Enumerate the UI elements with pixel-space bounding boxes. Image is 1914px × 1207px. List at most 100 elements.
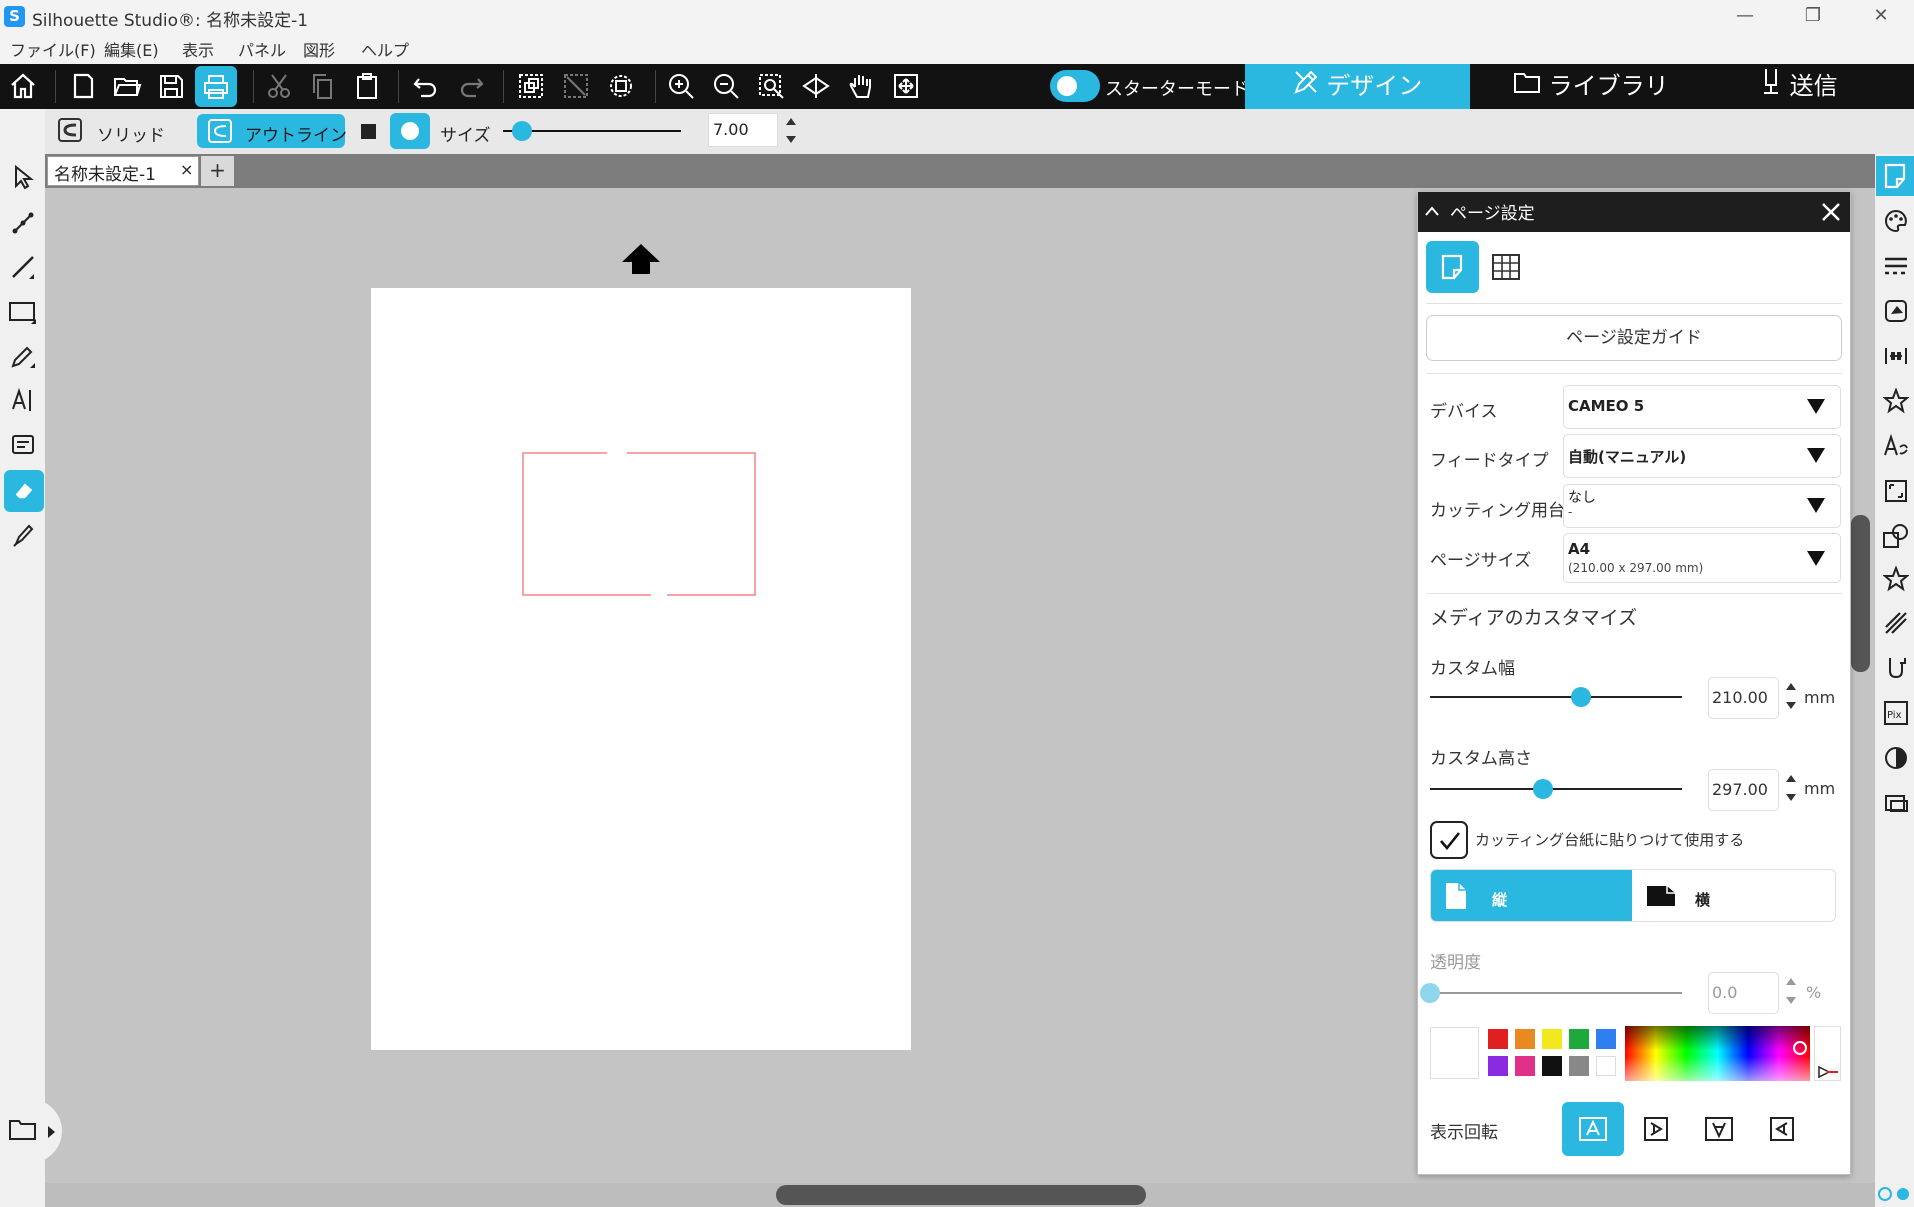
color-swatch[interactable]	[1542, 1056, 1562, 1076]
pixscan-icon[interactable]: Pix	[1880, 697, 1912, 729]
transparency-input[interactable]: 0.0	[1708, 972, 1779, 1014]
current-color-preview[interactable]	[1430, 1027, 1479, 1079]
color-swatch[interactable]	[1569, 1029, 1589, 1049]
offset-icon[interactable]	[1880, 607, 1912, 639]
page-setup-tab-media[interactable]	[1426, 241, 1479, 293]
custom-width-decrement[interactable]	[1786, 702, 1796, 709]
menu-panel[interactable]: パネル	[238, 37, 286, 61]
align-icon[interactable]	[1880, 340, 1912, 372]
tab-library[interactable]: ライブラリ	[1513, 64, 1669, 109]
custom-height-decrement[interactable]	[1786, 794, 1796, 801]
rotation-90-button[interactable]	[1626, 1102, 1688, 1156]
tab-send[interactable]: 送信	[1760, 64, 1838, 109]
rotation-0-button[interactable]	[1562, 1102, 1624, 1156]
grid-icon[interactable]	[1491, 253, 1521, 281]
zoom-in-icon[interactable]	[660, 66, 702, 107]
copy-icon[interactable]	[302, 66, 344, 107]
zoom-out-icon[interactable]	[705, 66, 747, 107]
size-increment[interactable]	[786, 118, 796, 125]
open-folder-icon[interactable]	[106, 66, 148, 107]
line-style-icon[interactable]	[1880, 250, 1912, 282]
rectangle-tool-icon[interactable]	[6, 295, 40, 329]
line-tool-icon[interactable]	[6, 250, 40, 284]
size-slider-thumb[interactable]	[511, 121, 532, 141]
rotation-270-button[interactable]	[1751, 1102, 1813, 1156]
new-document-icon[interactable]	[62, 66, 104, 107]
size-input[interactable]: 7.00	[708, 113, 778, 147]
menu-shape[interactable]: 図形	[303, 37, 335, 61]
point-edit-icon[interactable]	[6, 205, 40, 239]
cutting-mat-dropdown[interactable]	[1563, 484, 1841, 528]
color-swatch[interactable]	[1569, 1056, 1589, 1076]
color-swatch[interactable]	[1515, 1056, 1535, 1076]
page-setup-guide-button[interactable]: ページ設定ガイド	[1426, 315, 1842, 361]
color-swatch[interactable]	[1596, 1056, 1616, 1076]
contrast-icon[interactable]	[1880, 742, 1912, 774]
text-style-icon[interactable]	[1880, 430, 1912, 462]
undo-icon[interactable]	[405, 66, 447, 107]
color-swatch[interactable]	[1542, 1029, 1562, 1049]
page-size-dropdown[interactable]	[1563, 533, 1841, 583]
eraser-tool-button[interactable]	[4, 470, 44, 512]
knife-tool-icon[interactable]	[6, 518, 40, 552]
minimize-button[interactable]: —	[1710, 0, 1780, 33]
settings-gear-icon[interactable]	[1877, 1185, 1911, 1203]
transform-icon[interactable]	[1880, 385, 1912, 417]
size-decrement[interactable]	[786, 136, 796, 143]
square-eraser-shape[interactable]	[361, 124, 376, 139]
transparency-increment[interactable]	[1786, 978, 1796, 985]
document-tab-close[interactable]: ×	[180, 160, 193, 179]
ungroup-icon[interactable]	[555, 66, 597, 107]
paste-icon[interactable]	[346, 66, 388, 107]
zoom-selection-icon[interactable]	[750, 66, 792, 107]
save-icon[interactable]	[150, 66, 192, 107]
select-arrow-icon[interactable]	[6, 160, 40, 194]
horizontal-scrollbar[interactable]	[776, 1185, 1146, 1205]
custom-width-increment[interactable]	[1786, 683, 1796, 690]
trace-icon[interactable]	[1880, 652, 1912, 684]
tab-design[interactable]: デザイン	[1245, 64, 1470, 109]
no-color-button[interactable]	[1814, 1026, 1841, 1081]
custom-height-increment[interactable]	[1786, 775, 1796, 782]
cutting-page[interactable]	[371, 288, 911, 1050]
color-picker-handle[interactable]	[1793, 1041, 1807, 1055]
solid-label[interactable]: ソリッド	[97, 121, 165, 146]
design-rectangle-shape[interactable]	[521, 451, 757, 597]
release-compound-icon[interactable]	[600, 66, 642, 107]
menu-view[interactable]: 表示	[182, 37, 214, 61]
cut-icon[interactable]	[258, 66, 300, 107]
collapse-chevron-icon[interactable]	[1424, 204, 1440, 218]
color-swatch[interactable]	[1488, 1029, 1508, 1049]
menu-file[interactable]: ファイル(F)	[10, 37, 96, 61]
print-cut-icon[interactable]	[1880, 787, 1912, 819]
pan-hand-icon[interactable]	[840, 66, 882, 107]
color-swatch[interactable]	[1488, 1056, 1508, 1076]
menu-help[interactable]: ヘルプ	[361, 37, 409, 61]
close-button[interactable]: ✕	[1846, 0, 1914, 33]
move-icon[interactable]	[885, 66, 927, 107]
color-swatch[interactable]	[1515, 1029, 1535, 1049]
page-setup-panel-button[interactable]	[1876, 156, 1914, 196]
maximize-button[interactable]: ❐	[1778, 0, 1848, 33]
panel-close-icon[interactable]	[1820, 201, 1842, 223]
text-tool-icon[interactable]	[6, 383, 40, 417]
custom-width-slider[interactable]	[1430, 696, 1682, 698]
transparency-slider[interactable]	[1430, 992, 1682, 994]
home-icon[interactable]	[2, 66, 44, 107]
vertical-scrollbar[interactable]	[1851, 515, 1870, 672]
new-tab-button[interactable]: +	[201, 156, 234, 186]
fill-icon[interactable]	[1880, 295, 1912, 327]
print-icon[interactable]	[195, 66, 237, 107]
menu-edit[interactable]: 編集(E)	[104, 37, 159, 61]
custom-height-input[interactable]: 297.00	[1708, 769, 1779, 811]
transparency-thumb[interactable]	[1420, 983, 1440, 1003]
pen-tool-icon[interactable]	[6, 340, 40, 374]
color-swatch[interactable]	[1596, 1029, 1616, 1049]
text-box-icon[interactable]	[6, 428, 40, 462]
custom-height-slider[interactable]	[1430, 788, 1682, 790]
custom-width-input[interactable]: 210.00	[1708, 677, 1779, 719]
replicate-star-icon[interactable]	[1880, 563, 1912, 595]
palette-icon[interactable]	[1880, 205, 1912, 237]
modify-icon[interactable]	[1880, 520, 1912, 552]
fit-to-page-icon[interactable]	[795, 66, 837, 107]
